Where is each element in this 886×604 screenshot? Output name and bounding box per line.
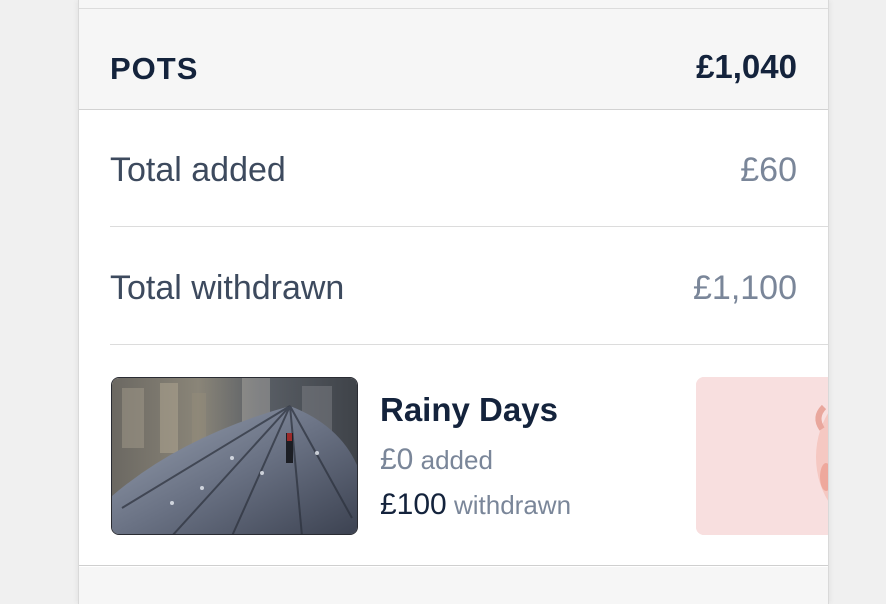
pot-withdrawn-suffix: withdrawn [453, 490, 572, 520]
total-withdrawn-label: Total withdrawn [110, 269, 345, 307]
pot-added-line: £0 added [380, 443, 493, 477]
total-withdrawn-row: Total withdrawn £1,100 [110, 227, 828, 345]
bottom-section-strip [79, 567, 828, 604]
pot-withdrawn-line: £100 withdrawn [380, 488, 571, 522]
total-added-row: Total added £60 [110, 109, 828, 227]
pots-card: POTS £1,040 Total added £60 Total withdr… [78, 0, 829, 604]
pots-section-header: POTS £1,040 [79, 9, 828, 110]
top-divider-strip [79, 0, 828, 9]
pots-total: £1,040 [696, 48, 797, 85]
total-added-label: Total added [110, 151, 286, 189]
umbrella-photo-icon[interactable] [111, 377, 358, 535]
total-withdrawn-value: £1,100 [693, 269, 797, 307]
piggy-bank-photo-icon[interactable] [696, 377, 828, 535]
piggy-bank-photo-svg [696, 377, 828, 535]
total-added-value: £60 [740, 151, 797, 189]
pot-added-suffix: added [420, 445, 493, 475]
pot-withdrawn-amount: £100 [380, 488, 447, 521]
umbrella-photo-svg [112, 378, 357, 534]
pots-carousel[interactable]: Rainy Days £0 added £100 withdrawn [79, 345, 828, 566]
pot-name[interactable]: Rainy Days [380, 391, 558, 429]
pots-title: POTS [110, 51, 199, 86]
pot-added-amount: £0 [380, 443, 414, 476]
